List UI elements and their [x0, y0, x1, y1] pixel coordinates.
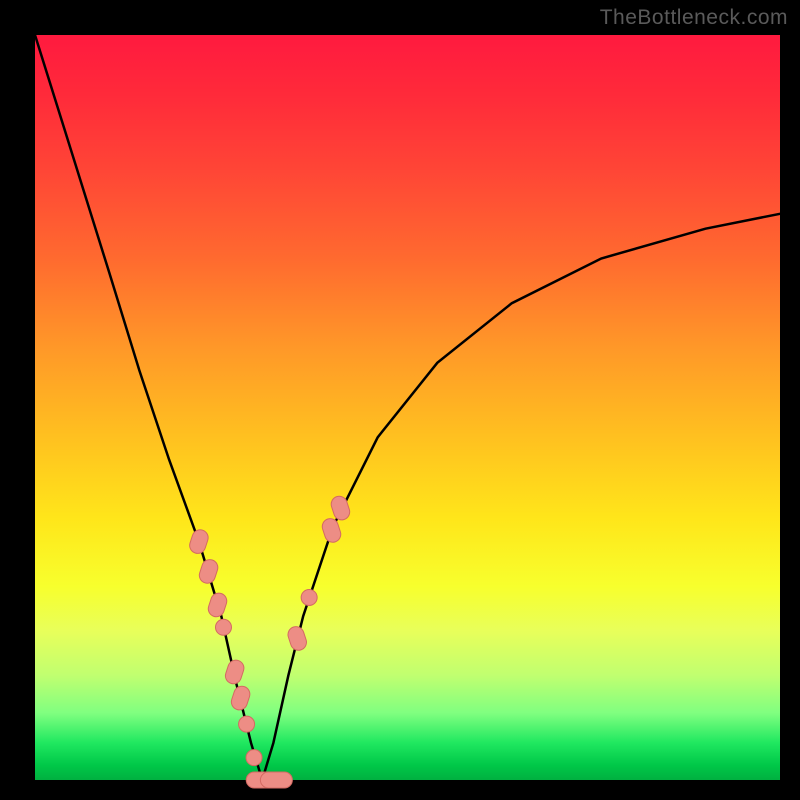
chart-frame: TheBottleneck.com — [0, 0, 800, 800]
watermark-text: TheBottleneck.com — [600, 6, 788, 30]
plot-area — [35, 35, 780, 780]
